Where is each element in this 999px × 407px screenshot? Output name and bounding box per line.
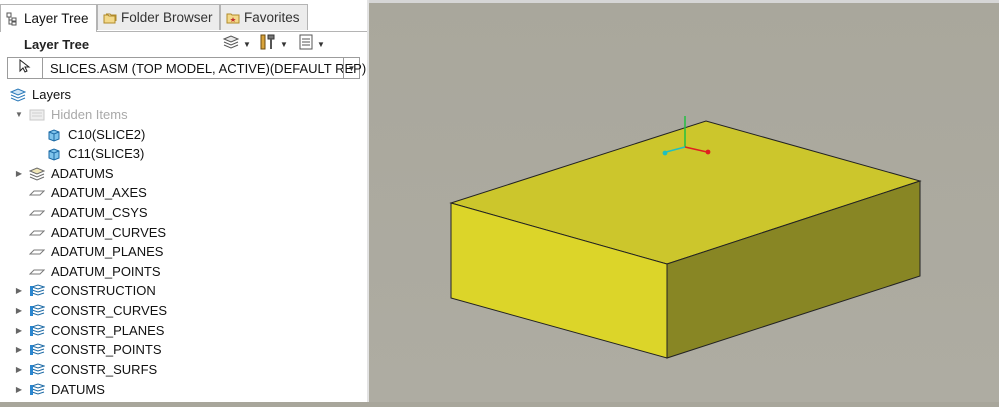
layer-plain-icon [29,265,45,279]
folder-browser-icon [103,11,117,25]
part-cube-icon [46,128,62,142]
show-button[interactable]: ▼ [298,34,325,55]
layer-tree-toolbar: Layer Tree ▼ ▼ ▼ [0,32,367,56]
tools-icon [259,34,277,55]
collapse-toggle-icon[interactable]: ▶ [15,306,23,315]
tree-item-label: DATUMS [51,382,105,397]
model-select[interactable]: SLICES.ASM (TOP MODEL, ACTIVE)(DEFAULT R… [43,58,366,78]
tree-item[interactable]: ADATUM_CURVES [15,223,166,242]
tree-item[interactable]: ▼ Hidden Items [15,105,128,124]
layer-blue-icon [29,303,45,318]
tree-item[interactable]: ADATUM_CSYS [15,203,148,222]
tree-item[interactable]: ADATUM_AXES [15,183,147,202]
tree-item-label: ADATUM_POINTS [51,264,161,279]
tree-item-label: ADATUM_AXES [51,185,147,200]
tree-item-label: ADATUM_CSYS [51,205,148,220]
tree-item[interactable]: ▶ DATUMS [15,380,105,399]
tree-item-label: ADATUM_PLANES [51,244,164,259]
tree-item[interactable]: ADATUM_PLANES [15,242,163,261]
chevron-down-icon: ▼ [280,39,288,49]
tree-item[interactable]: Layers [10,85,71,104]
part-cube-icon [46,147,62,161]
graphics-viewport[interactable] [369,0,999,402]
layer-tree-icon [6,12,20,26]
collapse-toggle-icon[interactable]: ▶ [15,169,23,178]
favorites-icon [226,11,240,25]
collapse-toggle-icon[interactable]: ▶ [15,326,23,335]
layer-plain-icon [29,226,45,240]
tree-item[interactable]: ▶ CONSTR_SURFS [15,360,157,379]
collapse-toggle-icon[interactable]: ▶ [15,345,23,354]
active-model-row: SLICES.ASM (TOP MODEL, ACTIVE)(DEFAULT R… [7,57,366,79]
cursor-arrow-icon [19,58,31,78]
settings-button[interactable]: ▼ [259,34,288,55]
layer-blue-icon [29,382,45,397]
chevron-down-icon: ▼ [243,39,251,49]
tab-label: Folder Browser [121,10,213,25]
tree-item[interactable]: C10(SLICE2) [46,125,145,144]
layers-button[interactable]: ▼ [222,34,251,54]
chevron-down-icon: ▼ [347,63,356,73]
layer-stack-icon [29,166,45,181]
viewport-top-border [369,0,999,3]
tree-item[interactable]: ▶ ADATUMS [15,164,114,183]
tree-item-label: CONSTRUCTION [51,283,156,298]
tree-item-label: ADATUM_CURVES [51,225,167,240]
tab-favorites[interactable]: Favorites [220,4,308,30]
tree-item-label: C11(SLICE3) [68,146,145,161]
tree-item-label: Layers [32,87,72,102]
panel-title: Layer Tree [24,37,90,52]
collapse-toggle-icon[interactable]: ▶ [15,385,23,394]
tree-item-label: ADATUMS [51,166,114,181]
layer-plain-icon [29,245,45,259]
tab-label: Layer Tree [24,11,89,26]
tree-item[interactable]: C11(SLICE3) [46,144,144,163]
tree-item-label: Hidden Items [51,107,128,122]
tab-layer-tree[interactable]: Layer Tree [0,4,97,32]
tree-item[interactable]: ADATUM_POINTS [15,262,161,281]
layer-plain-icon [29,206,45,220]
layer-blue-icon [29,342,45,357]
select-model-button[interactable] [8,58,43,78]
tree-item[interactable]: ▶ CONSTR_POINTS [15,340,162,359]
layer-tree: Layers ▼ Hidden Items C10(SLICE2) C11(SLICE3… [0,82,366,402]
layer-blue-icon [29,283,45,298]
tree-item[interactable]: ▶ CONSTR_CURVES [15,301,167,320]
tree-item[interactable]: ▶ CONSTR_PLANES [15,321,165,340]
tree-item-label: CONSTR_PLANES [51,323,165,338]
collapse-toggle-icon[interactable]: ▶ [15,365,23,374]
hidden-items-icon [29,108,45,122]
tab-folder-browser[interactable]: Folder Browser [97,4,220,30]
list-icon [298,34,314,55]
collapse-toggle-icon[interactable]: ▶ [15,286,23,295]
navigator-tab-bar: Layer Tree Folder Browser Favorites [0,4,367,32]
layers-icon [10,87,26,102]
model-dropdown-button[interactable]: ▼ [343,58,359,78]
tree-item-label: C10(SLICE2) [68,127,146,142]
slice-block-model[interactable] [449,120,922,359]
tab-label: Favorites [244,10,300,25]
tree-item[interactable]: ▶ CONSTRUCTION [15,281,156,300]
layers-icon [222,34,240,54]
layer-blue-icon [29,362,45,377]
expand-toggle-icon[interactable]: ▼ [15,110,23,119]
tree-item-label: CONSTR_CURVES [51,303,168,318]
layer-blue-icon [29,323,45,338]
chevron-down-icon: ▼ [317,39,325,49]
layer-plain-icon [29,186,45,200]
viewport-canvas [449,116,922,359]
layer-tree-panel: Layer Tree Folder Browser Favorites Laye… [0,0,368,402]
tree-item-label: CONSTR_POINTS [51,342,162,357]
tree-item-label: CONSTR_SURFS [51,362,158,377]
